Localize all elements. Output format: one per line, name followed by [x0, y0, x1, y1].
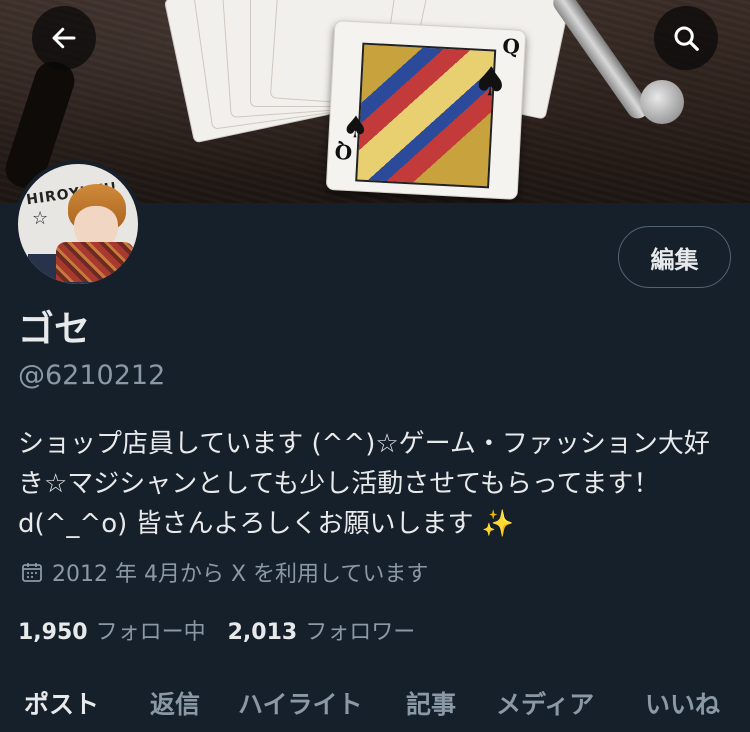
- spoon-head: [640, 80, 684, 124]
- back-button[interactable]: [32, 6, 96, 70]
- search-icon: [674, 26, 699, 51]
- followers-count: 2,013: [227, 620, 298, 645]
- profile-bio: ショップ店員しています (^^)☆ゲーム・ファッション大好 き☆マジシャンとして…: [18, 424, 733, 544]
- bio-line: d(^_^o) 皆さんよろしくお願いします ✨: [18, 509, 515, 539]
- profile-tabs: ポスト 返信 ハイライト 記事 メディア いいね: [0, 668, 750, 732]
- calendar-icon: [22, 563, 42, 582]
- followers-link[interactable]: 2,013 フォロワー: [228, 614, 416, 646]
- tab-replies[interactable]: 返信: [150, 685, 200, 721]
- bio-line: ショップ店員しています (^^)☆ゲーム・ファッション大好: [18, 429, 710, 459]
- tab-likes[interactable]: いいね: [645, 685, 720, 721]
- arrow-left-icon: [52, 27, 76, 49]
- join-date-text: 2012 年 4月から X を利用しています: [52, 562, 429, 587]
- following-count: 1,950: [18, 620, 88, 645]
- followers-label: フォロワー: [305, 620, 416, 645]
- avatar-photo: HIROYUKI! ☆: [18, 164, 138, 284]
- star-icon: ☆: [32, 208, 49, 229]
- edit-profile-button[interactable]: 編集: [618, 226, 731, 288]
- sparkles-icon: ✨: [481, 509, 515, 539]
- following-label: フォロー中: [95, 620, 206, 645]
- display-name: ゴセ: [18, 309, 91, 350]
- join-date: 2012 年 4月から X を利用しています: [20, 556, 428, 588]
- queen-of-spades-card: Q Q ♠ ♠: [325, 20, 527, 200]
- bio-line: き☆マジシャンとしても少し活動させてもらってます！: [18, 469, 660, 499]
- follow-stats: 1,950 フォロー中 2,013 フォロワー: [18, 614, 415, 646]
- tab-articles[interactable]: 記事: [406, 685, 456, 721]
- avatar[interactable]: HIROYUKI! ☆: [14, 160, 142, 288]
- tab-highlights[interactable]: ハイライト: [238, 685, 363, 721]
- tab-media[interactable]: メディア: [496, 685, 594, 721]
- tab-posts[interactable]: ポスト: [24, 685, 99, 721]
- user-handle: @6210212: [18, 360, 166, 391]
- search-button[interactable]: [654, 6, 718, 70]
- following-link[interactable]: 1,950 フォロー中: [18, 614, 206, 646]
